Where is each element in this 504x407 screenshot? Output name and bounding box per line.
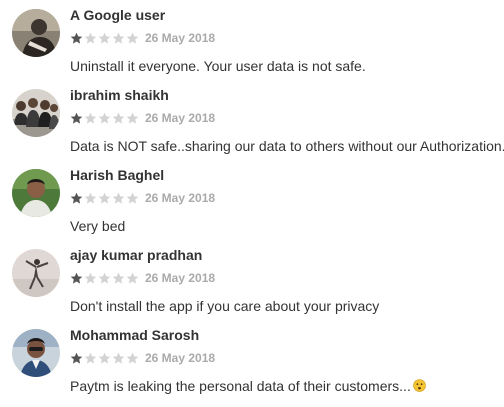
star-empty-icon	[84, 192, 97, 205]
star-empty-icon	[98, 352, 111, 365]
review-text: Very bed	[70, 218, 126, 234]
review-meta: 26 May 2018	[70, 350, 215, 366]
review-text: Uninstall it everyone. Your user data is…	[70, 58, 366, 74]
worried-face-emoji-icon	[413, 379, 426, 392]
star-rating	[70, 192, 140, 205]
star-rating	[70, 112, 140, 125]
review-author: Mohammad Sarosh	[70, 327, 200, 343]
review-author: A Google user	[70, 7, 166, 23]
review-author: ibrahim shaikh	[70, 87, 169, 103]
review-date: 26 May 2018	[145, 351, 216, 365]
person-photo-avatar-icon[interactable]	[12, 329, 60, 377]
star-rating	[70, 272, 140, 285]
review-text-content: Paytm is leaking the personal data of th…	[70, 378, 411, 394]
star-filled-icon	[70, 272, 83, 285]
star-empty-icon	[84, 272, 97, 285]
review-item: Harish Baghel 26 May 2018 Very bed	[0, 164, 504, 244]
review-date: 26 May 2018	[145, 271, 216, 285]
star-empty-icon	[112, 32, 125, 45]
star-empty-icon	[98, 32, 111, 45]
star-empty-icon	[84, 352, 97, 365]
star-empty-icon	[126, 112, 139, 125]
review-date: 26 May 2018	[145, 111, 216, 125]
jumping-person-avatar-icon[interactable]	[12, 249, 60, 297]
star-rating	[70, 352, 140, 365]
star-filled-icon	[70, 32, 83, 45]
review-date: 26 May 2018	[145, 31, 216, 45]
star-empty-icon	[126, 192, 139, 205]
person-photo-avatar-icon[interactable]	[12, 169, 60, 217]
review-author: ajay kumar pradhan	[70, 247, 203, 263]
review-item: Mohammad Sarosh 26 May 2018 Paytm is lea…	[0, 324, 504, 404]
star-empty-icon	[98, 192, 111, 205]
review-item: ibrahim shaikh 26 May 2018 Data is NOT s…	[0, 84, 504, 164]
star-rating	[70, 32, 140, 45]
review-meta: 26 May 2018	[70, 190, 215, 206]
review-author: Harish Baghel	[70, 167, 165, 183]
review-item: A Google user 26 May 2018 Uninstall it e…	[0, 4, 504, 84]
review-text: Don't install the app if you care about …	[70, 298, 380, 314]
star-empty-icon	[112, 272, 125, 285]
star-empty-icon	[84, 32, 97, 45]
star-empty-icon	[84, 112, 97, 125]
star-filled-icon	[70, 192, 83, 205]
person-photo-avatar-icon[interactable]	[12, 9, 60, 57]
group-photo-avatar-icon[interactable]	[12, 89, 60, 137]
star-empty-icon	[126, 32, 139, 45]
star-filled-icon	[70, 112, 83, 125]
review-meta: 26 May 2018	[70, 30, 215, 46]
review-meta: 26 May 2018	[70, 270, 215, 286]
star-empty-icon	[112, 192, 125, 205]
review-date: 26 May 2018	[145, 191, 216, 205]
star-empty-icon	[98, 272, 111, 285]
review-list: A Google user 26 May 2018 Uninstall it e…	[0, 0, 504, 407]
star-filled-icon	[70, 352, 83, 365]
review-item: ajay kumar pradhan 26 May 2018 Don't ins…	[0, 244, 504, 324]
review-text: Data is NOT safe..sharing our data to ot…	[70, 138, 504, 154]
review-text: Paytm is leaking the personal data of th…	[70, 378, 426, 394]
review-meta: 26 May 2018	[70, 110, 215, 126]
star-empty-icon	[112, 352, 125, 365]
star-empty-icon	[98, 112, 111, 125]
star-empty-icon	[126, 352, 139, 365]
star-empty-icon	[126, 272, 139, 285]
star-empty-icon	[112, 112, 125, 125]
